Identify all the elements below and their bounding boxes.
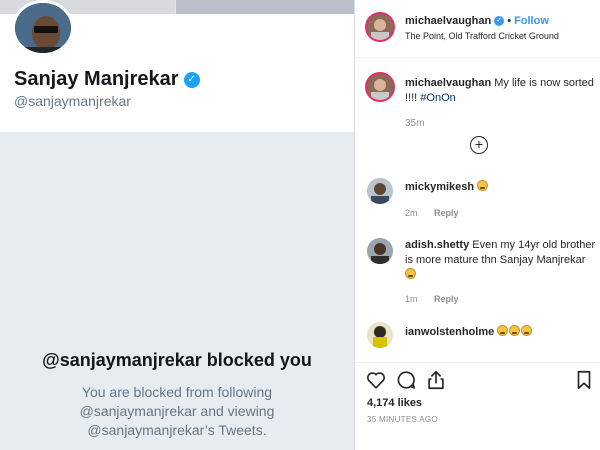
heart-icon[interactable] — [365, 369, 387, 391]
caption-timestamp: 35m — [405, 118, 425, 129]
avatar[interactable] — [367, 238, 393, 264]
location-link[interactable]: The Point, Old Trafford Cricket Ground — [405, 31, 559, 41]
profile-name: Sanjay Manjrekar — [14, 68, 179, 90]
twitter-panel: Sanjay Manjrekar ✓ @sanjaymanjrekar @san… — [0, 0, 354, 450]
verified-badge-icon: ✓ — [494, 16, 505, 26]
post-actions: 4,174 likes 35 MINUTES AGO — [355, 362, 600, 450]
blocked-message: You are blocked from following @sanjayma… — [0, 383, 354, 440]
comment-icon[interactable] — [395, 369, 417, 391]
follow-button[interactable]: Follow — [514, 15, 549, 27]
avatar[interactable] — [365, 72, 395, 102]
post-caption: michaelvaughan My life is now sorted !!!… — [405, 76, 595, 106]
comment-meta: 2m Reply — [405, 208, 459, 218]
laughing-emoji-icon — [405, 268, 416, 279]
reply-button[interactable]: Reply — [434, 294, 459, 304]
post-user-row: michaelvaughan ✓ • Follow — [405, 15, 549, 27]
load-more-comments-icon[interactable]: + — [470, 136, 488, 154]
bookmark-icon[interactable] — [573, 369, 595, 391]
comment-timestamp: 1m — [405, 294, 418, 304]
post-header: michaelvaughan ✓ • Follow The Point, Old… — [355, 0, 600, 58]
avatar[interactable] — [367, 178, 393, 204]
avatar[interactable] — [367, 322, 393, 348]
verified-badge-icon: ✓ — [183, 71, 200, 88]
comment-username[interactable]: adish.shetty — [405, 239, 469, 251]
laughing-emoji-icon — [509, 325, 521, 336]
profile-handle: @sanjaymanjrekar — [14, 93, 131, 109]
comment: adish.shetty Even my 14yr old brother is… — [405, 238, 597, 283]
caption-username[interactable]: michaelvaughan — [405, 77, 491, 89]
blocked-title: @sanjaymanjrekar blocked you — [42, 350, 312, 370]
avatar[interactable] — [12, 0, 74, 56]
blocked-message-line: You are blocked from following — [81, 384, 273, 400]
laughing-emoji-icon — [521, 325, 533, 336]
post-timestamp: 35 MINUTES AGO — [367, 415, 438, 424]
hashtag-link[interactable]: #OnOn — [420, 92, 455, 104]
avatar[interactable] — [365, 12, 395, 42]
blocked-message-line: @sanjaymanjrekar and viewing — [79, 403, 275, 419]
likes-count[interactable]: 4,174 likes — [367, 397, 422, 409]
reply-button[interactable]: Reply — [434, 208, 459, 218]
separator-dot: • — [507, 15, 512, 27]
share-icon[interactable] — [425, 369, 447, 391]
comment-meta: 1m Reply — [405, 294, 459, 304]
comment: mickymikesh — [405, 180, 597, 195]
blocked-message-line: @sanjaymanjrekar’s Tweets. — [87, 422, 267, 438]
comment: ianwolstenholme — [405, 325, 597, 340]
instagram-panel: michaelvaughan ✓ • Follow The Point, Old… — [354, 0, 600, 450]
laughing-emoji-icon — [477, 180, 489, 191]
comment-username[interactable]: ianwolstenholme — [405, 326, 494, 338]
comment-timestamp: 2m — [405, 208, 418, 218]
comment-username[interactable]: mickymikesh — [405, 181, 474, 193]
username-link[interactable]: michaelvaughan — [405, 15, 491, 27]
laughing-emoji-icon — [497, 325, 509, 336]
profile-name-row: Sanjay Manjrekar ✓ — [14, 68, 200, 91]
